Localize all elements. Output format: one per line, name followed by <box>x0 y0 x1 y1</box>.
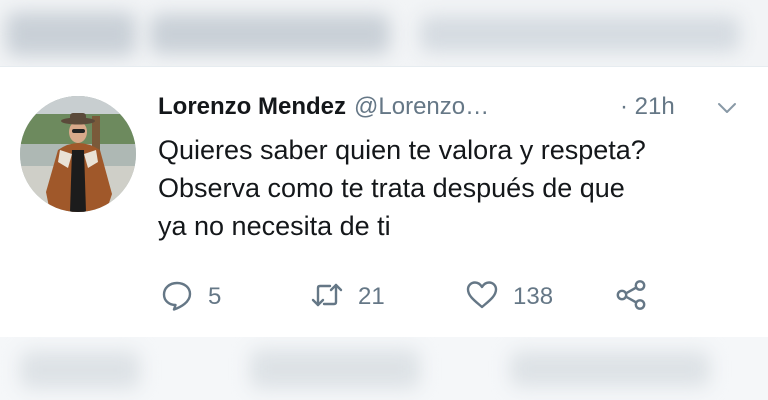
retweet-button[interactable]: 21 <box>310 279 385 315</box>
heart-icon <box>465 278 499 317</box>
reply-count: 5 <box>208 283 222 310</box>
retweet-count: 21 <box>358 283 385 310</box>
author-name[interactable]: Lorenzo Mendez <box>158 93 346 121</box>
tweet-actions: 5 21 138 <box>160 279 680 315</box>
tweet-text-line: ya no necesita de ti <box>158 211 391 241</box>
avatar[interactable] <box>20 96 136 212</box>
tweet-timestamp[interactable]: · 21h <box>620 93 675 121</box>
share-icon <box>614 278 648 317</box>
reply-icon <box>160 278 194 317</box>
tweet-text-line: Quieres saber quien te valora y respeta? <box>158 135 646 165</box>
tweet-header: Lorenzo Mendez @Lorenzo… · 21h <box>158 89 748 125</box>
chevron-down-icon[interactable] <box>716 97 738 119</box>
blurred-next-content <box>0 337 768 400</box>
blurred-previous-tweet <box>0 0 768 66</box>
tweet-text-line: Observa como te trata después de que <box>158 173 625 203</box>
tweet-card[interactable]: Lorenzo Mendez @Lorenzo… · 21h Quieres s… <box>0 66 768 337</box>
retweet-icon <box>310 278 344 317</box>
like-button[interactable]: 138 <box>465 279 553 315</box>
tweet-text: Quieres saber quien te valora y respeta?… <box>158 131 748 245</box>
reply-button[interactable]: 5 <box>160 279 221 315</box>
share-button[interactable] <box>614 279 648 315</box>
like-count: 138 <box>513 283 554 310</box>
author-handle[interactable]: @Lorenzo… <box>354 93 489 121</box>
